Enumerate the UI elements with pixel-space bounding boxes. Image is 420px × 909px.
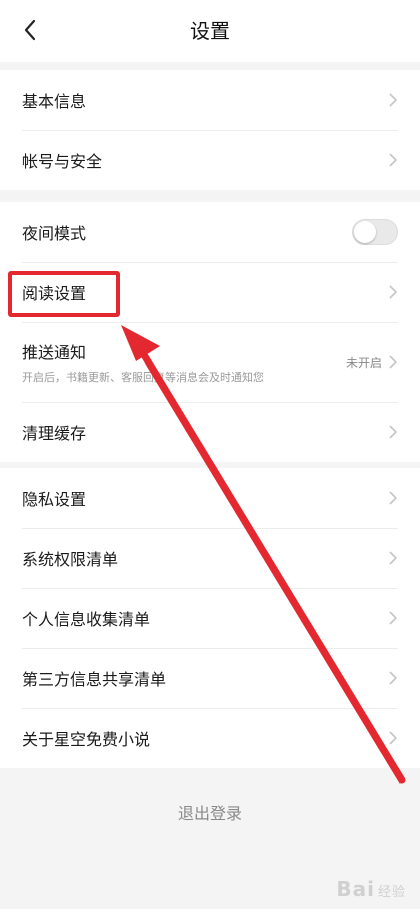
night-mode-toggle[interactable] (352, 219, 398, 245)
row-label: 关于星空免费小说 (22, 730, 151, 749)
row-label: 推送通知 (22, 343, 87, 362)
row-label: 个人信息收集清单 (22, 610, 151, 629)
row-label: 隐私设置 (22, 490, 87, 509)
chevron-right-icon (388, 610, 398, 626)
top-bar: 设置 (0, 0, 420, 62)
watermark-suffix: 经验 (377, 885, 406, 900)
logout-button[interactable]: 退出登录 (0, 780, 420, 844)
row-label: 第三方信息共享清单 (22, 670, 167, 689)
row-basic-info[interactable]: 基本信息 (0, 70, 420, 130)
chevron-right-icon (388, 670, 398, 686)
row-label: 系统权限清单 (22, 550, 119, 569)
settings-group-account: 基本信息 帐号与安全 (0, 70, 420, 190)
chevron-right-icon (388, 152, 398, 168)
watermark-brand: Bai (336, 877, 375, 901)
row-about[interactable]: 关于星空免费小说 (0, 708, 420, 768)
row-privacy-settings[interactable]: 隐私设置 (0, 468, 420, 528)
row-subtitle: 开启后，书籍更新、客服回复等消息会及时通知您 (22, 371, 264, 384)
push-status: 未开启 (345, 355, 382, 370)
row-account-security[interactable]: 帐号与安全 (0, 130, 420, 190)
chevron-right-icon (388, 550, 398, 566)
chevron-right-icon (388, 284, 398, 300)
page-title: 设置 (190, 19, 230, 43)
chevron-right-icon (388, 424, 398, 440)
chevron-right-icon (388, 92, 398, 108)
settings-group-reading: 夜间模式 阅读设置 推送通知 开启后，书籍更新、客服回复等消息会及时通知您 未开… (0, 202, 420, 462)
row-personal-info-list[interactable]: 个人信息收集清单 (0, 588, 420, 648)
row-label: 夜间模式 (22, 224, 87, 243)
row-label: 清理缓存 (22, 424, 87, 443)
chevron-right-icon (388, 490, 398, 506)
highlight-box (8, 271, 120, 317)
row-permission-list[interactable]: 系统权限清单 (0, 528, 420, 588)
baidu-watermark: Bai 经验 (336, 877, 406, 901)
row-label: 基本信息 (22, 92, 87, 111)
chevron-right-icon (388, 730, 398, 746)
row-third-party-list[interactable]: 第三方信息共享清单 (0, 648, 420, 708)
row-label: 帐号与安全 (22, 152, 103, 171)
row-night-mode: 夜间模式 (0, 202, 420, 262)
row-clear-cache[interactable]: 清理缓存 (0, 402, 420, 462)
toggle-knob (354, 221, 376, 243)
chevron-right-icon (388, 354, 398, 370)
row-push-notification[interactable]: 推送通知 开启后，书籍更新、客服回复等消息会及时通知您 未开启 (0, 322, 420, 402)
settings-group-privacy: 隐私设置 系统权限清单 个人信息收集清单 第三方信息共享清单 关于星空免费小说 (0, 468, 420, 768)
